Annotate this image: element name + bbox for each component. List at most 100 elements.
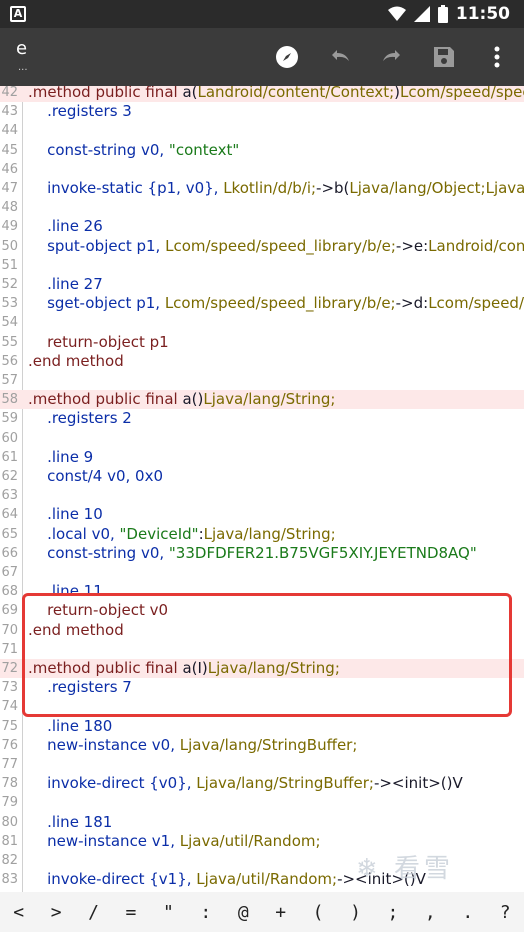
code-text: .line 9 bbox=[28, 448, 93, 467]
code-line[interactable]: 60 bbox=[0, 429, 524, 448]
code-line[interactable]: 80 .line 181 bbox=[0, 813, 524, 832]
symbol-key[interactable]: ( bbox=[303, 902, 333, 923]
line-number: 60 bbox=[1, 430, 18, 446]
line-number: 69 bbox=[1, 603, 18, 619]
symbol-key[interactable]: " bbox=[153, 902, 183, 923]
code-line[interactable]: 58 .method public final a()Ljava/lang/Str… bbox=[0, 390, 524, 410]
code-line[interactable]: 53 sget-object p1, Lcom/speed/speed_libr… bbox=[0, 294, 524, 313]
code-line[interactable]: 50 sput-object p1, Lcom/speed/speed_libr… bbox=[0, 237, 524, 256]
code-line[interactable]: 51 bbox=[0, 256, 524, 275]
code-line[interactable]: 59 .registers 2 bbox=[0, 409, 524, 428]
symbol-key[interactable]: , bbox=[415, 902, 445, 923]
code-line[interactable]: 47 invoke-static {p1, v0}, Lkotlin/d/b/i… bbox=[0, 179, 524, 198]
code-token: const-string v0, bbox=[47, 543, 169, 562]
code-token: .line 9 bbox=[47, 447, 94, 466]
code-line[interactable]: 52 .line 27 bbox=[0, 275, 524, 294]
code-token: const-string bbox=[47, 140, 141, 159]
code-token: .local v0, bbox=[47, 524, 120, 543]
code-line[interactable]: 76 new-instance v0, Ljava/lang/StringBuf… bbox=[0, 736, 524, 755]
line-number: 72 bbox=[1, 661, 18, 676]
symbol-key[interactable]: . bbox=[453, 902, 483, 923]
code-editor[interactable]: 42 .method public final a(Landroid/conten… bbox=[0, 86, 524, 892]
app-notification-icon: A bbox=[10, 6, 26, 22]
code-line[interactable]: 55 return-object p1 bbox=[0, 333, 524, 352]
code-text: invoke-direct {v0}, Ljava/lang/StringBuf… bbox=[28, 774, 463, 793]
code-line[interactable]: 45 const-string v0, "context" bbox=[0, 141, 524, 160]
app-bar: e ... bbox=[0, 28, 524, 86]
save-button[interactable] bbox=[427, 40, 461, 74]
battery-icon bbox=[437, 5, 448, 23]
save-icon bbox=[434, 47, 454, 67]
symbol-key[interactable]: @ bbox=[228, 902, 258, 923]
line-number: 65 bbox=[1, 526, 18, 542]
code-token: Ljava/lang/StringBuffer; bbox=[179, 735, 358, 754]
code-line[interactable]: 42 .method public final a(Landroid/conten… bbox=[0, 86, 524, 102]
line-number: 73 bbox=[1, 680, 18, 696]
system-icons: 11:50 bbox=[387, 4, 510, 24]
code-line[interactable]: 63 bbox=[0, 486, 524, 505]
symbol-keyboard-row: < > / = ": @ + ();,.? bbox=[0, 892, 524, 932]
symbol-key[interactable]: : bbox=[191, 902, 221, 923]
code-line[interactable]: 54 bbox=[0, 313, 524, 332]
symbol-key[interactable]: / bbox=[79, 902, 109, 923]
navigate-button[interactable] bbox=[270, 40, 304, 74]
undo-icon bbox=[332, 50, 349, 61]
code-line[interactable]: 78 invoke-direct {v0}, Ljava/lang/String… bbox=[0, 774, 524, 793]
code-line[interactable]: 65 .local v0, "DeviceId":Ljava/lang/Stri… bbox=[0, 525, 524, 544]
line-number: 54 bbox=[1, 315, 18, 331]
symbol-key[interactable]: ? bbox=[490, 902, 520, 923]
line-number: 62 bbox=[1, 469, 18, 484]
symbol-key[interactable]: > bbox=[41, 902, 71, 923]
code-line[interactable]: 77 bbox=[0, 755, 524, 774]
undo-button[interactable] bbox=[323, 40, 357, 74]
symbol-key[interactable]: ) bbox=[341, 902, 371, 923]
symbol-key[interactable]: = bbox=[116, 902, 146, 923]
code-line[interactable]: 75 .line 180 bbox=[0, 717, 524, 736]
line-number: 51 bbox=[1, 257, 18, 273]
code-text: .method public final a()Ljava/lang/Strin… bbox=[28, 390, 335, 409]
code-line[interactable]: 43 .registers 3 bbox=[0, 102, 524, 121]
line-number: 56 bbox=[1, 353, 18, 369]
code-line[interactable]: 67 bbox=[0, 563, 524, 582]
code-line[interactable]: 61 .line 9 bbox=[0, 448, 524, 467]
line-number: 68 bbox=[1, 584, 18, 600]
code-line[interactable]: 46 bbox=[0, 160, 524, 179]
code-token: "context" bbox=[168, 140, 240, 159]
line-number: 58 bbox=[1, 392, 18, 408]
redo-button[interactable] bbox=[375, 40, 409, 74]
symbol-key[interactable]: ; bbox=[378, 902, 408, 923]
redo-icon bbox=[383, 50, 400, 61]
compass-icon bbox=[276, 46, 298, 68]
symbol-key[interactable]: + bbox=[266, 902, 296, 923]
code-line[interactable]: 64 .line 10 bbox=[0, 505, 524, 524]
code-token: invoke-static {p1, v0}, bbox=[47, 179, 224, 197]
line-number: 43 bbox=[1, 104, 18, 120]
code-line[interactable]: 57 bbox=[0, 371, 524, 390]
code-token: "DeviceId" bbox=[119, 524, 199, 543]
code-token: .method public final bbox=[28, 86, 183, 101]
code-line[interactable]: 48 bbox=[0, 198, 524, 217]
more-options-button[interactable] bbox=[480, 40, 514, 74]
symbol-key[interactable]: < bbox=[4, 902, 34, 923]
line-number: 63 bbox=[1, 488, 18, 504]
code-line[interactable]: 66 const-string v0, "33DFDFER21.B75VGF5X… bbox=[0, 544, 524, 563]
line-number: 70 bbox=[1, 622, 18, 638]
code-token: v0, bbox=[140, 140, 169, 159]
line-number: 46 bbox=[1, 161, 18, 177]
code-line[interactable]: 44 bbox=[0, 121, 524, 140]
code-line[interactable]: 79 bbox=[0, 793, 524, 812]
code-text: return-object p1 bbox=[28, 333, 169, 352]
code-line[interactable]: 49 .line 26 bbox=[0, 217, 524, 236]
code-line[interactable]: 56 .end method bbox=[0, 352, 524, 371]
code-line[interactable]: 62 const/4 v0, 0x0 bbox=[0, 467, 524, 486]
line-number: 48 bbox=[1, 200, 18, 216]
